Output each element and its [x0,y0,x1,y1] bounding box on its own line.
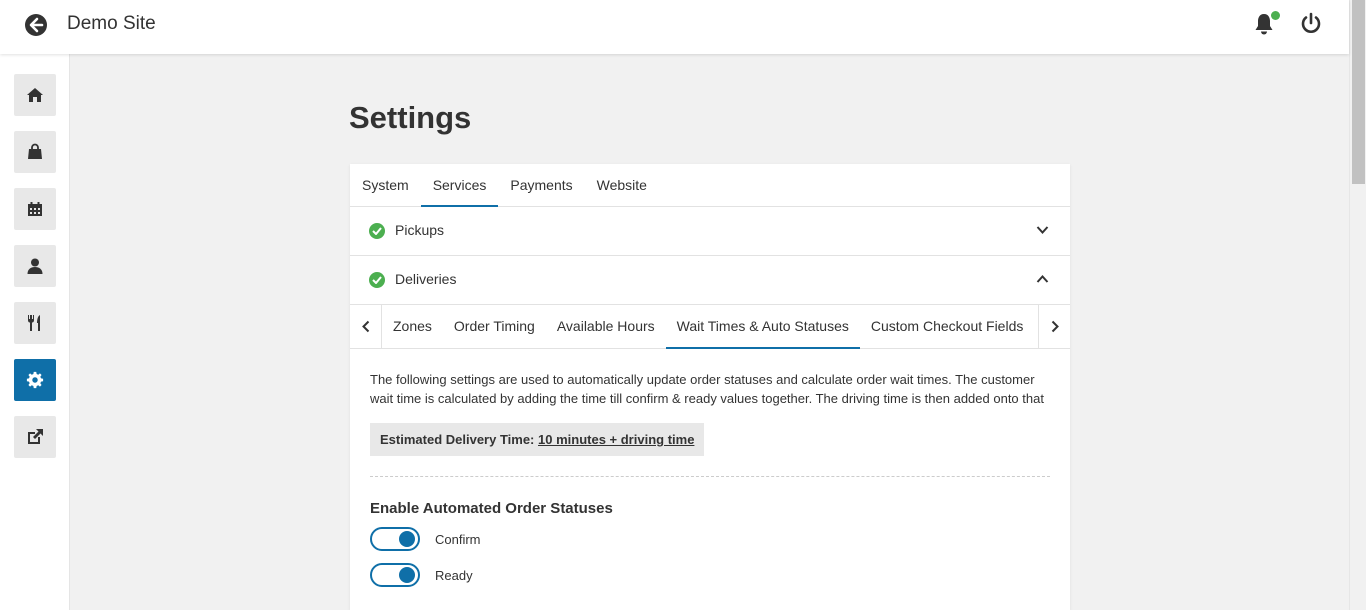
subtab-zones[interactable]: Zones [382,305,443,348]
estimated-delivery-time: Estimated Delivery Time: 10 minutes + dr… [370,423,705,456]
subtab-order-timing[interactable]: Order Timing [443,305,546,348]
chevron-up-icon[interactable] [1036,274,1049,284]
toggle-knob [399,531,415,547]
section-deliveries[interactable]: Deliveries [350,256,1070,305]
back-arrow-icon[interactable] [24,13,48,37]
home-icon [27,88,43,102]
tab-system[interactable]: System [350,164,421,206]
wait-times-content: The following settings are used to autom… [350,349,1070,587]
sidebar [0,54,70,610]
top-bar: Demo Site [0,0,1349,54]
check-circle-icon [369,223,385,239]
confirm-toggle[interactable] [370,527,420,551]
section-pickups-label: Pickups [395,222,445,238]
page-scrollbar[interactable] [1349,0,1366,610]
subtab-available-hours[interactable]: Available Hours [546,305,666,348]
ready-toggle-label: Ready [435,567,473,583]
tab-website[interactable]: Website [585,164,659,206]
confirm-toggle-label: Confirm [435,531,481,547]
power-icon[interactable] [1299,12,1323,36]
toggle-knob [399,567,415,583]
subtab-custom-checkout-fields[interactable]: Custom Checkout Fields [860,305,1035,348]
calendar-icon [28,202,42,216]
gear-icon [26,371,44,389]
estimate-value: 10 minutes + driving time [538,432,695,447]
chevron-right-icon [1051,320,1059,333]
divider [370,476,1050,477]
chevron-down-icon[interactable] [1036,225,1049,235]
site-title: Demo Site [67,13,156,34]
settings-tabs: System Services Payments Website [350,164,1070,207]
utensils-icon [28,315,40,331]
sidebar-item-external-link[interactable] [14,416,56,458]
settings-card: System Services Payments Website Pickups… [350,164,1070,610]
enable-statuses-heading: Enable Automated Order Statuses [370,500,613,517]
sidebar-item-customers[interactable] [14,245,56,287]
sidebar-item-bookings[interactable] [14,188,56,230]
external-link-icon [28,429,43,444]
user-icon [27,258,43,274]
tab-services[interactable]: Services [420,164,499,207]
section-deliveries-label: Deliveries [395,271,457,287]
check-circle-icon [369,272,385,288]
page-title: Settings [349,100,472,135]
toggle-row-ready: Ready [370,563,1050,587]
sidebar-item-orders[interactable] [14,131,56,173]
description-text: The following settings are used to autom… [370,372,1044,406]
section-pickups[interactable]: Pickups [350,207,1070,256]
toggle-row-confirm: Confirm [370,527,1050,551]
deliveries-subtabs: Zones Order Timing Available Hours Wait … [350,305,1070,349]
subtabs-scroll-right[interactable] [1038,305,1070,348]
sidebar-item-menus[interactable] [14,302,56,344]
subtabs-scroll-left[interactable] [350,305,382,348]
scrollbar-thumb[interactable] [1352,0,1365,184]
subtab-wait-times[interactable]: Wait Times & Auto Statuses [665,305,861,349]
tab-payments[interactable]: Payments [498,164,584,206]
chevron-left-icon [361,320,369,333]
ready-toggle[interactable] [370,563,420,587]
shopping-bag-icon [28,143,42,159]
sidebar-item-settings[interactable] [14,359,56,401]
estimate-label: Estimated Delivery Time: [380,432,535,447]
sidebar-item-home[interactable] [14,74,56,116]
notification-dot [1271,11,1280,20]
